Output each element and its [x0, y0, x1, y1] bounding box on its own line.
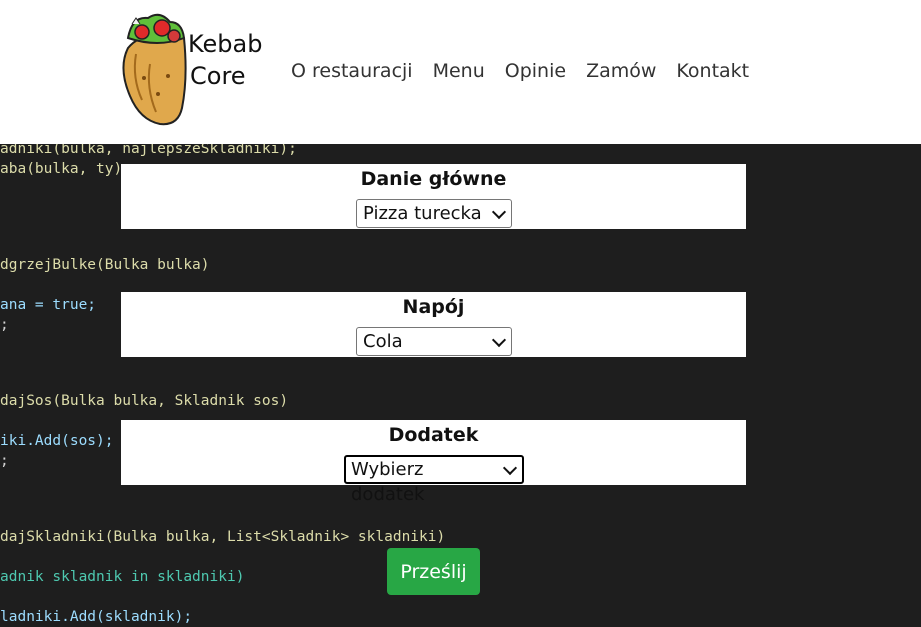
main-dish-label: Danie główne — [360, 168, 507, 190]
logo-line-2: Core — [190, 62, 246, 90]
drink-label: Napój — [402, 296, 465, 318]
code-line: dajSkladniki(Bulka bulka, List<Skladnik>… — [0, 529, 446, 545]
main-dish-value: Pizza turecka — [363, 203, 482, 224]
logo[interactable]: Kebab Core — [118, 8, 268, 126]
logo-line-1: Kebab — [188, 30, 263, 58]
code-line: aba(bulka, ty); — [0, 161, 131, 177]
main-dish-section: Danie główne Pizza turecka — [121, 164, 746, 229]
chevron-down-icon — [491, 204, 507, 219]
chevron-down-icon — [502, 460, 518, 475]
nav-item-menu[interactable]: Menu — [433, 59, 485, 83]
main-nav: O restauracji Menu Opinie Zamów Kontakt — [291, 59, 769, 83]
code-line: dgrzejBulke(Bulka bulka) — [0, 257, 210, 273]
drink-section: Napój Cola — [121, 292, 746, 357]
code-line: ; — [0, 453, 9, 469]
main-dish-select[interactable]: Pizza turecka — [356, 199, 512, 228]
submit-button[interactable]: Prześlij — [387, 548, 480, 595]
code-line: ; — [0, 317, 9, 333]
extra-value: Wybierz dodatek — [351, 459, 425, 505]
code-line: ana = true; — [0, 297, 97, 313]
site-header: Kebab Core O restauracji Menu Opinie Zam… — [0, 0, 921, 144]
nav-item-about[interactable]: O restauracji — [291, 59, 413, 83]
code-line: dajSos(Bulka bulka, Skladnik sos) — [0, 393, 289, 409]
code-line: iki.Add(sos); — [0, 433, 114, 449]
extra-label: Dodatek — [388, 424, 479, 446]
code-line: ladniki.Add(skladnik); — [0, 609, 193, 625]
drink-value: Cola — [363, 331, 403, 352]
nav-item-contact[interactable]: Kontakt — [676, 59, 749, 83]
code-line: adniki(bulka, najlepszeSkladniki); — [0, 144, 297, 157]
extra-select[interactable]: Wybierz dodatek — [344, 455, 524, 505]
code-line: adnik skladnik in skladniki) — [0, 569, 245, 585]
nav-item-order[interactable]: Zamów — [586, 59, 656, 83]
drink-select[interactable]: Cola — [356, 327, 512, 356]
extra-section: Dodatek Wybierz dodatek — [121, 420, 746, 505]
chevron-down-icon — [491, 332, 507, 347]
nav-item-reviews[interactable]: Opinie — [505, 59, 566, 83]
